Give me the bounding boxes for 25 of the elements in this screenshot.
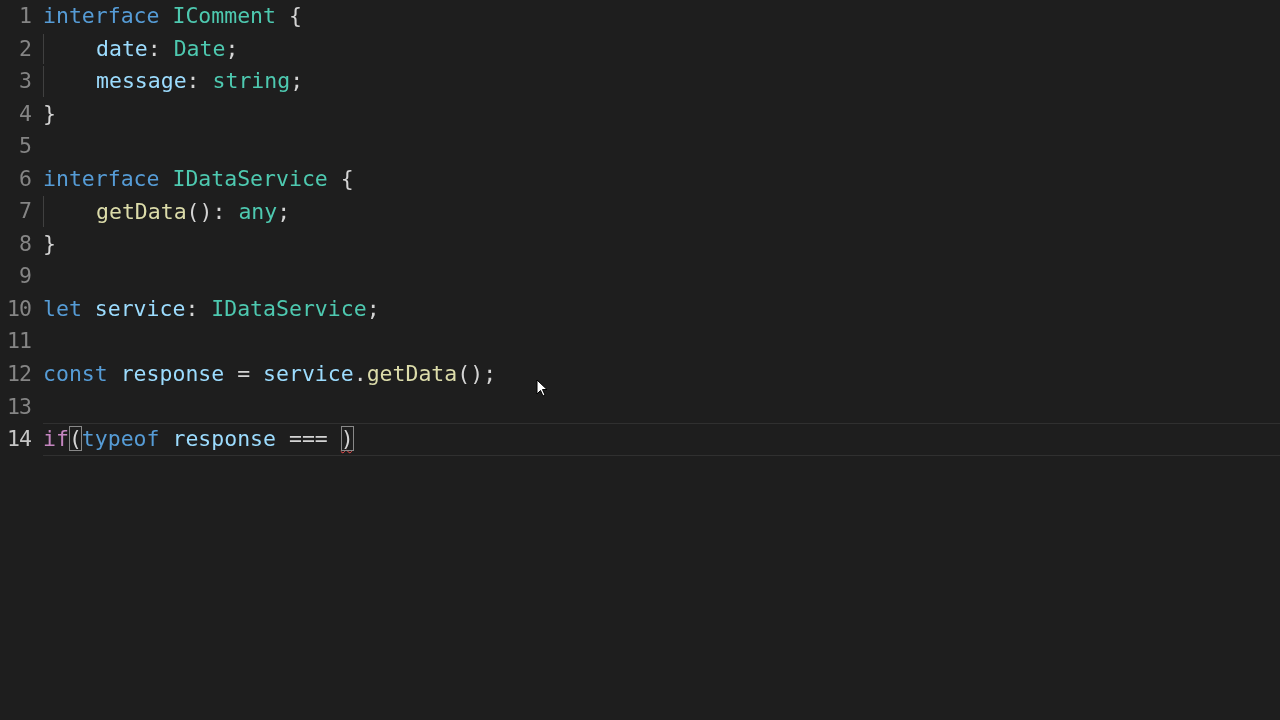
line-number: 3: [18, 67, 31, 96]
line-number: 11: [6, 327, 31, 356]
line-number: 10: [6, 294, 31, 323]
line-number: 13: [6, 392, 31, 421]
line-number: 4: [18, 99, 31, 128]
code-line: message: string;: [96, 67, 304, 96]
code-line: interface IComment {: [43, 2, 302, 31]
code-line: getData(): any;: [96, 197, 291, 226]
code-line: const response = service.getData();: [43, 360, 497, 389]
line-number: 1: [18, 2, 31, 30]
line-number: 6: [18, 164, 31, 193]
code-line: interface IDataService {: [43, 165, 354, 193]
line-number: 8: [18, 229, 31, 258]
code-line: }: [43, 99, 56, 128]
line-number: 14: [6, 425, 31, 454]
line-number: 9: [18, 262, 31, 291]
code-line: date: Date;: [96, 34, 239, 63]
code-line: }: [43, 230, 56, 259]
line-number: 7: [18, 197, 31, 226]
code-line: let service: IDataService;: [43, 295, 380, 324]
line-number: 12: [6, 360, 31, 388]
line-number: 5: [18, 132, 31, 161]
line-number: 2: [18, 34, 31, 63]
code-line: if(typeof response === ): [43, 425, 354, 454]
mouse-pointer-icon: [536, 379, 548, 397]
